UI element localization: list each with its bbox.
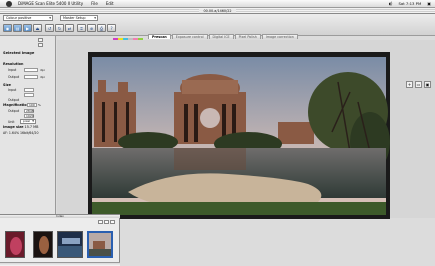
panel-tool-button[interactable]: [38, 43, 43, 47]
output2-label: Output: [8, 109, 20, 113]
input-res-unit: dpi: [40, 68, 45, 72]
flip-icon[interactable]: ⇄: [65, 24, 74, 32]
image-size-value: 15.7 MB: [24, 125, 39, 129]
thumbnail[interactable]: [33, 231, 53, 258]
strip-select-icon[interactable]: [110, 220, 115, 224]
apple-menu-icon[interactable]: [6, 0, 12, 7]
crop-icon[interactable]: ⌗: [77, 24, 86, 32]
preview-tools: + ▭ ▣: [406, 81, 431, 88]
fit-icon[interactable]: ▭: [415, 81, 422, 88]
thumbnail[interactable]: [5, 231, 25, 258]
input-height-field[interactable]: [24, 93, 34, 97]
app-switcher-icon[interactable]: ▣: [427, 1, 431, 6]
unit-label: Unit: [8, 120, 15, 124]
strip-next-icon[interactable]: [104, 220, 109, 224]
tab-image-correction[interactable]: Image correction: [261, 34, 298, 39]
print-icon[interactable]: ⎙: [97, 24, 106, 32]
resolution-label: Resolution: [3, 62, 24, 66]
tab-prescan[interactable]: Prescan: [148, 34, 171, 39]
preset-select[interactable]: Master Setup: [60, 15, 98, 21]
magnification-field[interactable]: 100: [27, 103, 37, 107]
strip-prev-icon[interactable]: [98, 220, 103, 224]
index-button-icon[interactable]: ▤: [13, 24, 22, 32]
magnification-label: Magnification: [3, 103, 30, 107]
input-res-label: Input: [8, 68, 17, 72]
input-res-field[interactable]: [24, 68, 38, 72]
file-menu[interactable]: File: [91, 1, 98, 6]
tab-pixel-polish[interactable]: Pixel Polish: [234, 34, 261, 39]
job-select[interactable]: Colour positive: [3, 15, 53, 21]
panel-tool-button[interactable]: [38, 38, 43, 42]
eject-button-icon[interactable]: ⏏: [33, 24, 42, 32]
help-icon[interactable]: ?: [107, 24, 116, 32]
output-height-field[interactable]: 1920: [24, 114, 34, 118]
thumbnail-image: [89, 233, 111, 256]
preview-image[interactable]: [88, 52, 390, 219]
fullscreen-icon[interactable]: ▣: [424, 81, 431, 88]
output-width-field[interactable]: 2848: [24, 109, 34, 113]
panel-heading: Selected Image: [3, 51, 35, 55]
tab-exposure-control[interactable]: Exposure control: [171, 34, 208, 39]
output-res-field[interactable]: [24, 75, 38, 79]
strip-scrollbar[interactable]: [0, 262, 120, 266]
preview-button-icon[interactable]: ◉: [3, 24, 12, 32]
toolbar: Colour positive Master Setup ◉ ▤ ▶ ⏏ ↺ ↻…: [0, 14, 435, 46]
app-menu[interactable]: DiMAGE Scan Elite 5400 II Utility: [18, 1, 83, 6]
thumbnail-image: [34, 232, 52, 257]
settings-panel: Selected Image Resolution Input dpi Outp…: [0, 36, 56, 214]
size-label: Size: [3, 83, 11, 87]
zoom-icon[interactable]: ⊕: [87, 24, 96, 32]
window-title: 00.00.a/1460/22: [199, 9, 236, 13]
menu-bar: DiMAGE Scan Elite 5400 II Utility File E…: [0, 0, 435, 8]
scan-button-icon[interactable]: ▶: [23, 24, 32, 32]
rotate-left-icon[interactable]: ↺: [45, 24, 54, 32]
menu-clock[interactable]: Sat 7:13 PM: [398, 1, 421, 6]
thumbnail-selected[interactable]: [87, 231, 113, 258]
tab-bar: Prescan Exposure control Digital ICE Pix…: [148, 34, 299, 39]
panel-tools: [38, 38, 43, 47]
rotate-right-icon[interactable]: ↻: [55, 24, 64, 32]
palace-photo: [92, 57, 390, 215]
thumbnail-strip: [0, 218, 120, 266]
thumbnail[interactable]: [57, 231, 83, 258]
thumbnail-image: [6, 232, 24, 257]
zoom-in-icon[interactable]: +: [406, 81, 413, 88]
unit-select[interactable]: pixel: [20, 119, 36, 124]
input-size-label: Input: [8, 88, 17, 92]
image-size: Image size 15.7 MB: [3, 125, 38, 129]
image-size-label: Image size: [3, 125, 24, 129]
preview-area: + ▭ ▣: [57, 40, 435, 219]
magnification-unit: %: [38, 103, 41, 107]
thumbnail-image: [58, 232, 82, 257]
output-res-unit: dpi: [40, 75, 45, 79]
strip-controls: [98, 220, 115, 224]
scan-info: AF: 1.64% 16bit/64/20: [3, 131, 39, 135]
output-res-label: Output: [8, 75, 20, 79]
speaker-icon[interactable]: ◖): [389, 1, 393, 6]
output-size-label: Output: [8, 98, 20, 102]
edit-menu[interactable]: Edit: [106, 1, 114, 6]
tab-digital-ice[interactable]: Digital ICE: [208, 34, 234, 39]
input-width-field[interactable]: [24, 88, 34, 92]
